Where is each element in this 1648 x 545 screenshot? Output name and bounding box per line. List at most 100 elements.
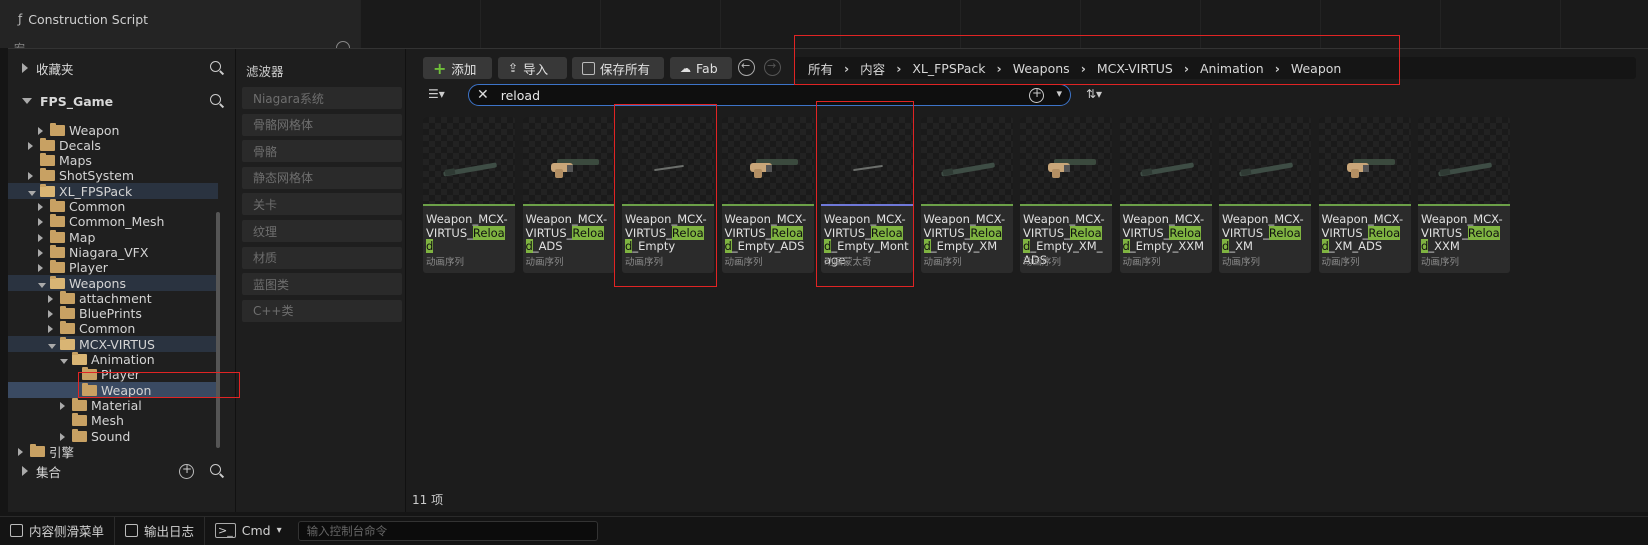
tree-item[interactable]: Common	[8, 199, 218, 215]
asset-tile[interactable]: Weapon_MCX-VIRTUS_Reload_XM 动画序列	[1219, 117, 1311, 273]
import-label: 导入	[523, 61, 549, 77]
output-log-button[interactable]: 输出日志	[115, 516, 206, 545]
tree-item[interactable]: attachment	[8, 290, 218, 306]
fab-button[interactable]: ☁ Fab	[670, 57, 732, 79]
search-icon[interactable]	[210, 61, 224, 75]
filter-item[interactable]: 蓝图类	[242, 273, 402, 296]
asset-thumbnail	[1119, 117, 1212, 204]
filter-item[interactable]: 纹理	[242, 220, 402, 242]
add-filter-icon[interactable]	[1029, 86, 1044, 103]
tree-item[interactable]: MCX-VIRTUS	[8, 336, 218, 353]
expand-arrow-icon[interactable]	[38, 214, 48, 229]
filter-item[interactable]: 关卡	[242, 193, 402, 216]
asset-tile[interactable]: Weapon_MCX-VIRTUS_Reload_Empty_Montage 动画…	[821, 117, 913, 273]
asset-tile[interactable]: Weapon_MCX-VIRTUS_Reload_ADS 动画序列	[522, 117, 615, 273]
content-drawer-button[interactable]: 内容侧滑菜单	[0, 516, 116, 545]
asset-tile[interactable]: Weapon_MCX-VIRTUS_Reload 动画序列	[423, 117, 515, 273]
chevron-down-icon[interactable]: ▾	[1056, 87, 1062, 100]
add-button[interactable]: + 添加	[423, 57, 492, 79]
construction-script-row[interactable]: ƒ Construction Script	[0, 8, 148, 30]
expand-arrow-icon[interactable]	[38, 123, 48, 138]
asset-type-label: 动画序列	[1421, 257, 1460, 268]
tree-item[interactable]: Player	[8, 367, 218, 383]
expand-arrow-icon[interactable]	[28, 138, 38, 153]
forward-arrow-icon[interactable]: →	[764, 59, 781, 76]
asset-tile[interactable]: Weapon_MCX-VIRTUS_Reload_Empty_XM 动画序列	[920, 117, 1013, 273]
asset-tile[interactable]: Weapon_MCX-VIRTUS_Reload_Empty_XM_ADS 动画序…	[1020, 117, 1112, 273]
filter-icon[interactable]: ☰▾	[428, 87, 445, 101]
asset-tile[interactable]: Weapon_MCX-VIRTUS_Reload_XM_ADS 动画序列	[1318, 117, 1411, 273]
breadcrumb-item[interactable]: MCX-VIRTUS	[1097, 61, 1173, 76]
expand-arrow-icon[interactable]	[48, 291, 58, 306]
filter-item[interactable]: 静态网格体	[242, 166, 402, 189]
expand-arrow-icon[interactable]	[38, 260, 48, 275]
tree-item[interactable]: Weapon	[8, 122, 218, 138]
filter-item[interactable]: 材质	[242, 246, 402, 269]
filter-item[interactable]: Niagara系统	[242, 87, 402, 109]
save-all-button[interactable]: 保存所有	[572, 57, 664, 79]
tree-item[interactable]: Animation	[8, 352, 218, 368]
clear-search-icon[interactable]: ✕	[477, 87, 489, 103]
asset-tile[interactable]: Weapon_MCX-VIRTUS_Reload_Empty_ADS 动画序列	[721, 117, 814, 273]
add-collection-icon[interactable]	[179, 462, 194, 479]
search-box[interactable]: ✕ reload ▾	[468, 84, 1071, 106]
search-input[interactable]: reload	[501, 88, 540, 103]
expand-arrow-icon[interactable]	[38, 245, 48, 260]
tree-item[interactable]: Weapons	[8, 275, 218, 291]
folder-icon	[40, 137, 55, 151]
tree-item[interactable]: Niagara_VFX	[8, 244, 218, 260]
tree-item[interactable]: Sound	[8, 428, 218, 444]
fab-label: Fab	[696, 60, 718, 76]
asset-tile[interactable]: Weapon_MCX-VIRTUS_Reload_XXM 动画序列	[1418, 117, 1510, 273]
tree-item[interactable]: Map	[8, 229, 218, 245]
tree-item[interactable]: Maps	[8, 153, 218, 169]
tree-item[interactable]: Player	[8, 260, 218, 276]
breadcrumb-item[interactable]: XL_FPSPack	[912, 61, 985, 76]
breadcrumb-item[interactable]: 所有	[808, 59, 833, 78]
asset-type-label: 动画序列	[625, 257, 664, 268]
tree-item[interactable]: BluePrints	[8, 306, 218, 322]
expand-arrow-icon[interactable]	[48, 306, 58, 321]
breadcrumb-item[interactable]: Weapons	[1013, 61, 1070, 76]
tree-item[interactable]: Mesh	[8, 413, 218, 429]
asset-thumbnail	[1318, 117, 1411, 204]
filter-item[interactable]: 骨骼网格体	[242, 113, 402, 136]
tree-scrollbar[interactable]	[216, 212, 220, 448]
import-button[interactable]: ⇪ 导入	[498, 57, 567, 79]
folder-icon	[40, 168, 55, 182]
tree-item[interactable]: Weapon	[8, 382, 218, 399]
cmd-selector[interactable]: >_ Cmd ▾	[205, 517, 292, 545]
tree-item[interactable]: ShotSystem	[8, 168, 218, 184]
sort-icon[interactable]: ⇅▾	[1086, 87, 1102, 101]
asset-tile[interactable]: Weapon_MCX-VIRTUS_Reload_Empty_XXM 动画序列	[1119, 117, 1212, 273]
expand-arrow-icon[interactable]	[38, 230, 48, 245]
project-root-header[interactable]: FPS_Game	[8, 87, 236, 115]
tree-item[interactable]: Material	[8, 397, 218, 413]
collapse-arrow-icon[interactable]	[48, 337, 58, 352]
expand-arrow-icon[interactable]	[38, 199, 48, 214]
breadcrumb-item[interactable]: 内容	[860, 59, 885, 78]
collapse-arrow-icon[interactable]	[28, 184, 38, 199]
collections-header[interactable]: 集合	[8, 457, 236, 485]
expand-arrow-icon[interactable]	[48, 321, 58, 336]
favorites-header[interactable]: 收藏夹	[8, 54, 236, 82]
filter-item[interactable]: 骨骼	[242, 140, 402, 163]
folder-icon	[50, 260, 65, 274]
tree-item[interactable]: Decals	[8, 137, 218, 153]
tree-item[interactable]: Common_Mesh	[8, 214, 218, 230]
search-icon[interactable]	[210, 464, 224, 478]
collapse-arrow-icon[interactable]	[60, 352, 70, 367]
filter-item[interactable]: C++类	[242, 299, 402, 322]
asset-tile[interactable]: Weapon_MCX-VIRTUS_Reload_Empty 动画序列	[622, 117, 714, 273]
tree-item[interactable]: Common	[8, 321, 218, 337]
expand-arrow-icon[interactable]	[28, 168, 38, 183]
back-arrow-icon[interactable]: ←	[738, 59, 755, 76]
breadcrumb-item[interactable]: Animation	[1200, 61, 1264, 76]
breadcrumb-item[interactable]: Weapon	[1291, 61, 1341, 76]
expand-arrow-icon[interactable]	[60, 398, 70, 413]
search-icon[interactable]	[210, 94, 224, 108]
tree-item[interactable]: XL_FPSPack	[8, 183, 218, 200]
collapse-arrow-icon[interactable]	[38, 276, 48, 291]
console-command-input[interactable]: 输入控制台命令	[297, 520, 598, 541]
log-icon	[125, 524, 139, 537]
